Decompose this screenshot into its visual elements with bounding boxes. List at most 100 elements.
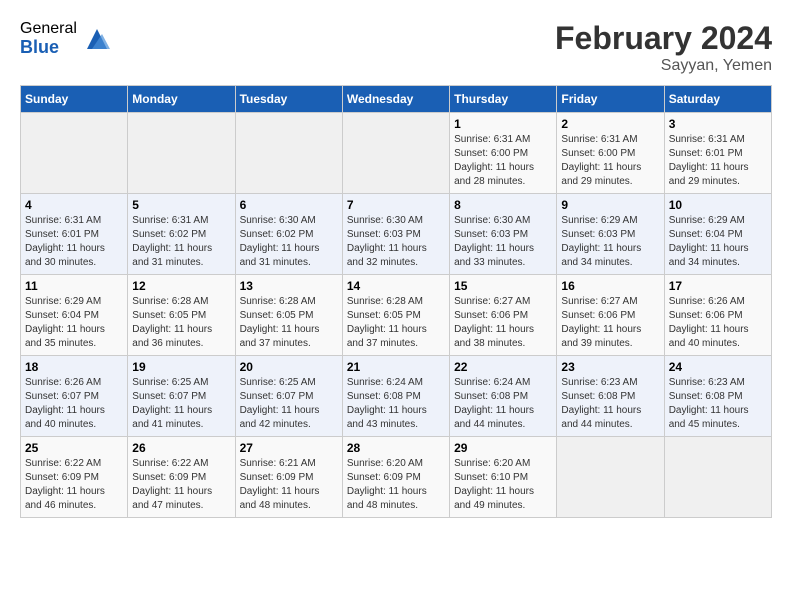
calendar-cell: 17 Sunrise: 6:26 AM Sunset: 6:06 PM Dayli… xyxy=(664,275,771,356)
calendar-cell: 23Sunrise: 6:23 AM Sunset: 6:08 PM Dayli… xyxy=(557,356,664,437)
calendar-cell: 19 Sunrise: 6:25 AM Sunset: 6:07 PM Dayli… xyxy=(128,356,235,437)
header-day-monday: Monday xyxy=(128,86,235,113)
day-detail: Sunrise: 6:27 AM Sunset: 6:06 PM Dayligh… xyxy=(561,295,659,351)
calendar-cell: 12Sunrise: 6:28 AM Sunset: 6:05 PM Dayli… xyxy=(128,275,235,356)
calendar-cell: 27 Sunrise: 6:21 AM Sunset: 6:09 PM Dayli… xyxy=(235,437,342,518)
day-detail: Sunrise: 6:30 AM Sunset: 6:02 PM Dayligh… xyxy=(240,214,338,270)
calendar-cell: 20 Sunrise: 6:25 AM Sunset: 6:07 PM Dayli… xyxy=(235,356,342,437)
day-number: 26 xyxy=(132,441,230,455)
header-day-friday: Friday xyxy=(557,86,664,113)
day-detail: Sunrise: 6:28 AM Sunset: 6:05 PM Dayligh… xyxy=(132,295,230,351)
day-detail: Sunrise: 6:22 AM Sunset: 6:09 PM Dayligh… xyxy=(132,457,230,513)
day-detail: Sunrise: 6:30 AM Sunset: 6:03 PM Dayligh… xyxy=(454,214,552,270)
day-detail: Sunrise: 6:26 AM Sunset: 6:06 PM Dayligh… xyxy=(669,295,767,351)
main-title: February 2024 xyxy=(555,20,772,57)
day-detail: Sunrise: 6:23 AM Sunset: 6:08 PM Dayligh… xyxy=(669,376,767,432)
calendar-cell: 13 Sunrise: 6:28 AM Sunset: 6:05 PM Dayli… xyxy=(235,275,342,356)
calendar-cell: 8Sunrise: 6:30 AM Sunset: 6:03 PM Daylig… xyxy=(450,194,557,275)
calendar-cell: 11Sunrise: 6:29 AM Sunset: 6:04 PM Dayli… xyxy=(21,275,128,356)
calendar-cell: 5 Sunrise: 6:31 AM Sunset: 6:02 PM Daylig… xyxy=(128,194,235,275)
day-number: 18 xyxy=(25,360,123,374)
subtitle: Sayyan, Yemen xyxy=(555,57,772,75)
calendar-cell: 26 Sunrise: 6:22 AM Sunset: 6:09 PM Dayli… xyxy=(128,437,235,518)
header-day-wednesday: Wednesday xyxy=(342,86,449,113)
calendar-cell: 1 Sunrise: 6:31 AM Sunset: 6:00 PM Daylig… xyxy=(450,113,557,194)
calendar-body: 1 Sunrise: 6:31 AM Sunset: 6:00 PM Daylig… xyxy=(21,113,772,518)
day-detail: Sunrise: 6:31 AM Sunset: 6:01 PM Dayligh… xyxy=(25,214,123,270)
day-number: 20 xyxy=(240,360,338,374)
day-number: 1 xyxy=(454,117,552,131)
header-day-saturday: Saturday xyxy=(664,86,771,113)
calendar-cell: 16 Sunrise: 6:27 AM Sunset: 6:06 PM Dayli… xyxy=(557,275,664,356)
day-detail: Sunrise: 6:30 AM Sunset: 6:03 PM Dayligh… xyxy=(347,214,445,270)
header-day-thursday: Thursday xyxy=(450,86,557,113)
day-number: 15 xyxy=(454,279,552,293)
calendar-cell: 28 Sunrise: 6:20 AM Sunset: 6:09 PM Dayli… xyxy=(342,437,449,518)
day-detail: Sunrise: 6:29 AM Sunset: 6:04 PM Dayligh… xyxy=(25,295,123,351)
day-detail: Sunrise: 6:24 AM Sunset: 6:08 PM Dayligh… xyxy=(347,376,445,432)
day-detail: Sunrise: 6:29 AM Sunset: 6:03 PM Dayligh… xyxy=(561,214,659,270)
calendar-week-5: 25 Sunrise: 6:22 AM Sunset: 6:09 PM Dayli… xyxy=(21,437,772,518)
calendar-cell xyxy=(557,437,664,518)
calendar-cell: 15 Sunrise: 6:27 AM Sunset: 6:06 PM Dayli… xyxy=(450,275,557,356)
day-detail: Sunrise: 6:31 AM Sunset: 6:00 PM Dayligh… xyxy=(454,133,552,189)
day-number: 4 xyxy=(25,198,123,212)
day-number: 14 xyxy=(347,279,445,293)
day-number: 28 xyxy=(347,441,445,455)
day-number: 29 xyxy=(454,441,552,455)
day-number: 2 xyxy=(561,117,659,131)
calendar-cell: 10 Sunrise: 6:29 AM Sunset: 6:04 PM Dayli… xyxy=(664,194,771,275)
day-number: 21 xyxy=(347,360,445,374)
calendar-cell xyxy=(128,113,235,194)
header-day-tuesday: Tuesday xyxy=(235,86,342,113)
day-number: 27 xyxy=(240,441,338,455)
day-number: 7 xyxy=(347,198,445,212)
day-number: 22 xyxy=(454,360,552,374)
day-number: 5 xyxy=(132,198,230,212)
calendar-cell xyxy=(21,113,128,194)
day-number: 10 xyxy=(669,198,767,212)
calendar-cell xyxy=(664,437,771,518)
day-number: 13 xyxy=(240,279,338,293)
day-number: 19 xyxy=(132,360,230,374)
calendar-cell: 6 Sunrise: 6:30 AM Sunset: 6:02 PM Daylig… xyxy=(235,194,342,275)
day-detail: Sunrise: 6:28 AM Sunset: 6:05 PM Dayligh… xyxy=(347,295,445,351)
calendar-week-3: 11Sunrise: 6:29 AM Sunset: 6:04 PM Dayli… xyxy=(21,275,772,356)
calendar-cell: 7 Sunrise: 6:30 AM Sunset: 6:03 PM Daylig… xyxy=(342,194,449,275)
logo-general: General xyxy=(20,20,77,38)
day-detail: Sunrise: 6:25 AM Sunset: 6:07 PM Dayligh… xyxy=(132,376,230,432)
day-number: 17 xyxy=(669,279,767,293)
calendar-cell: 18 Sunrise: 6:26 AM Sunset: 6:07 PM Dayli… xyxy=(21,356,128,437)
calendar-cell: 14 Sunrise: 6:28 AM Sunset: 6:05 PM Dayli… xyxy=(342,275,449,356)
calendar-cell: 21 Sunrise: 6:24 AM Sunset: 6:08 PM Dayli… xyxy=(342,356,449,437)
day-detail: Sunrise: 6:31 AM Sunset: 6:00 PM Dayligh… xyxy=(561,133,659,189)
day-number: 6 xyxy=(240,198,338,212)
calendar-cell: 22Sunrise: 6:24 AM Sunset: 6:08 PM Dayli… xyxy=(450,356,557,437)
day-detail: Sunrise: 6:21 AM Sunset: 6:09 PM Dayligh… xyxy=(240,457,338,513)
day-detail: Sunrise: 6:27 AM Sunset: 6:06 PM Dayligh… xyxy=(454,295,552,351)
day-detail: Sunrise: 6:31 AM Sunset: 6:01 PM Dayligh… xyxy=(669,133,767,189)
logo: General Blue xyxy=(20,20,112,57)
day-detail: Sunrise: 6:26 AM Sunset: 6:07 PM Dayligh… xyxy=(25,376,123,432)
day-detail: Sunrise: 6:20 AM Sunset: 6:10 PM Dayligh… xyxy=(454,457,552,513)
day-detail: Sunrise: 6:31 AM Sunset: 6:02 PM Dayligh… xyxy=(132,214,230,270)
calendar-week-2: 4 Sunrise: 6:31 AM Sunset: 6:01 PM Daylig… xyxy=(21,194,772,275)
calendar-cell: 25Sunrise: 6:22 AM Sunset: 6:09 PM Dayli… xyxy=(21,437,128,518)
calendar-table: SundayMondayTuesdayWednesdayThursdayFrid… xyxy=(20,85,772,518)
day-number: 25 xyxy=(25,441,123,455)
header-day-sunday: Sunday xyxy=(21,86,128,113)
day-detail: Sunrise: 6:25 AM Sunset: 6:07 PM Dayligh… xyxy=(240,376,338,432)
day-detail: Sunrise: 6:28 AM Sunset: 6:05 PM Dayligh… xyxy=(240,295,338,351)
calendar-cell: 29 Sunrise: 6:20 AM Sunset: 6:10 PM Dayli… xyxy=(450,437,557,518)
day-detail: Sunrise: 6:20 AM Sunset: 6:09 PM Dayligh… xyxy=(347,457,445,513)
day-number: 16 xyxy=(561,279,659,293)
day-number: 3 xyxy=(669,117,767,131)
title-section: February 2024 Sayyan, Yemen xyxy=(555,20,772,75)
calendar-cell: 24Sunrise: 6:23 AM Sunset: 6:08 PM Dayli… xyxy=(664,356,771,437)
calendar-cell xyxy=(235,113,342,194)
day-number: 23 xyxy=(561,360,659,374)
day-detail: Sunrise: 6:29 AM Sunset: 6:04 PM Dayligh… xyxy=(669,214,767,270)
logo-blue: Blue xyxy=(20,38,77,58)
calendar-cell: 3 Sunrise: 6:31 AM Sunset: 6:01 PM Daylig… xyxy=(664,113,771,194)
day-number: 9 xyxy=(561,198,659,212)
